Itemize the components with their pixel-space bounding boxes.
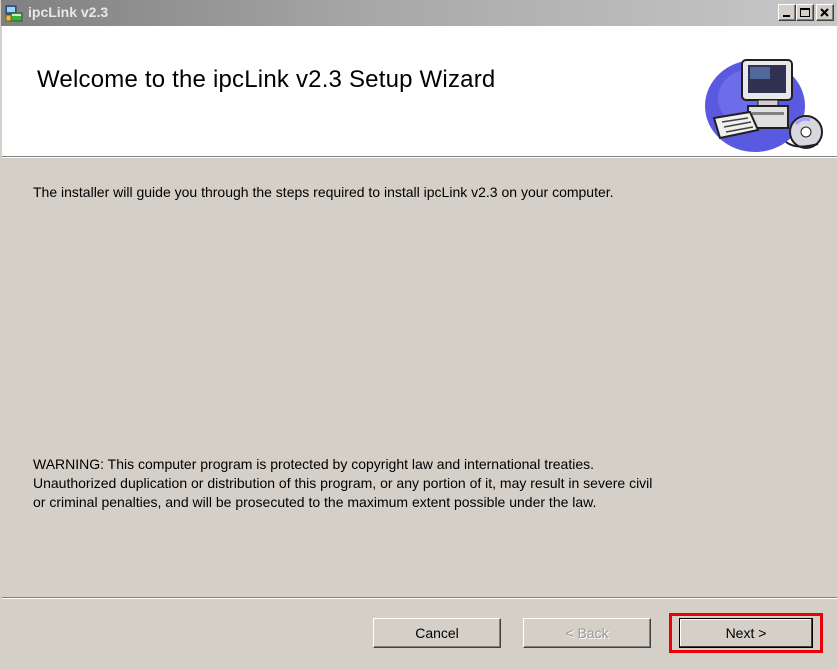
warning-line: Unauthorized duplication or distribution…	[33, 475, 653, 491]
setup-wizard-window: ipcLink v2.3 Welcome to the ipcLink v2.3…	[0, 0, 837, 670]
copyright-warning: WARNING: This computer program is protec…	[33, 455, 813, 512]
next-button[interactable]: Next >	[679, 618, 813, 648]
footer-separator	[2, 597, 837, 599]
minimize-icon	[783, 15, 790, 17]
banner-separator	[2, 156, 837, 158]
warning-line: or criminal penalties, and will be prose…	[33, 494, 597, 510]
window-title: ipcLink v2.3	[28, 4, 109, 20]
wizard-banner: Welcome to the ipcLink v2.3 Setup Wizard	[2, 26, 837, 156]
maximize-button[interactable]	[796, 4, 814, 21]
installer-icon	[5, 4, 23, 22]
title-bar[interactable]: ipcLink v2.3	[1, 0, 837, 26]
intro-text: The installer will guide you through the…	[33, 184, 614, 200]
minimize-button[interactable]	[778, 4, 796, 21]
computer-setup-icon	[700, 46, 834, 158]
warning-line: WARNING: This computer program is protec…	[33, 456, 595, 472]
close-icon	[820, 8, 829, 17]
cancel-button[interactable]: Cancel	[373, 618, 501, 648]
close-button[interactable]	[816, 4, 834, 21]
maximize-icon	[800, 8, 810, 17]
wizard-title: Welcome to the ipcLink v2.3 Setup Wizard	[37, 66, 496, 93]
back-button[interactable]: < Back	[523, 618, 651, 648]
